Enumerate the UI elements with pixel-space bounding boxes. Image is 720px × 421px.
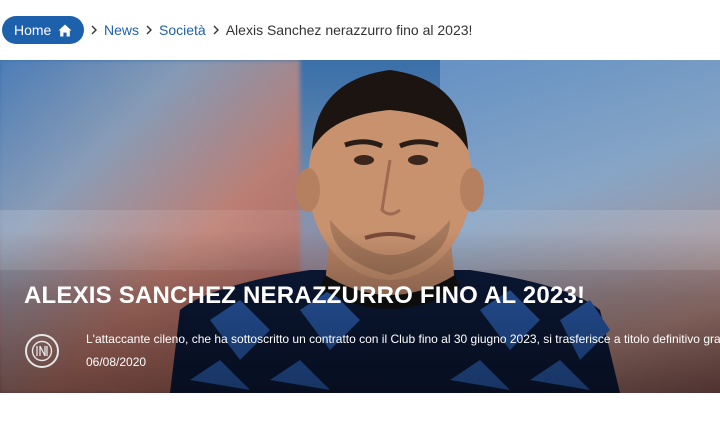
chevron-right-icon [139,25,159,35]
chevron-right-icon [84,25,104,35]
article-date: 06/08/2020 [86,355,147,369]
inter-logo-icon [25,334,59,368]
article-headline[interactable]: ALEXIS SANCHEZ NERAZZURRO FINO AL 2023! [24,282,585,310]
home-icon [58,24,72,36]
breadcrumb: Home News Società Alexis Sanchez nerazzu… [0,14,720,46]
breadcrumb-news-link[interactable]: News [104,22,139,38]
breadcrumb-current: Alexis Sanchez nerazzurro fino al 2023! [225,22,473,38]
home-button[interactable]: Home [2,16,84,44]
chevron-right-icon [206,25,226,35]
home-label: Home [14,22,52,38]
hero-banner[interactable]: ALEXIS SANCHEZ NERAZZURRO FINO AL 2023! … [0,60,720,393]
article-summary: L'attaccante cileno, che ha sottoscritto… [86,332,720,346]
breadcrumb-societa-link[interactable]: Società [159,22,206,38]
